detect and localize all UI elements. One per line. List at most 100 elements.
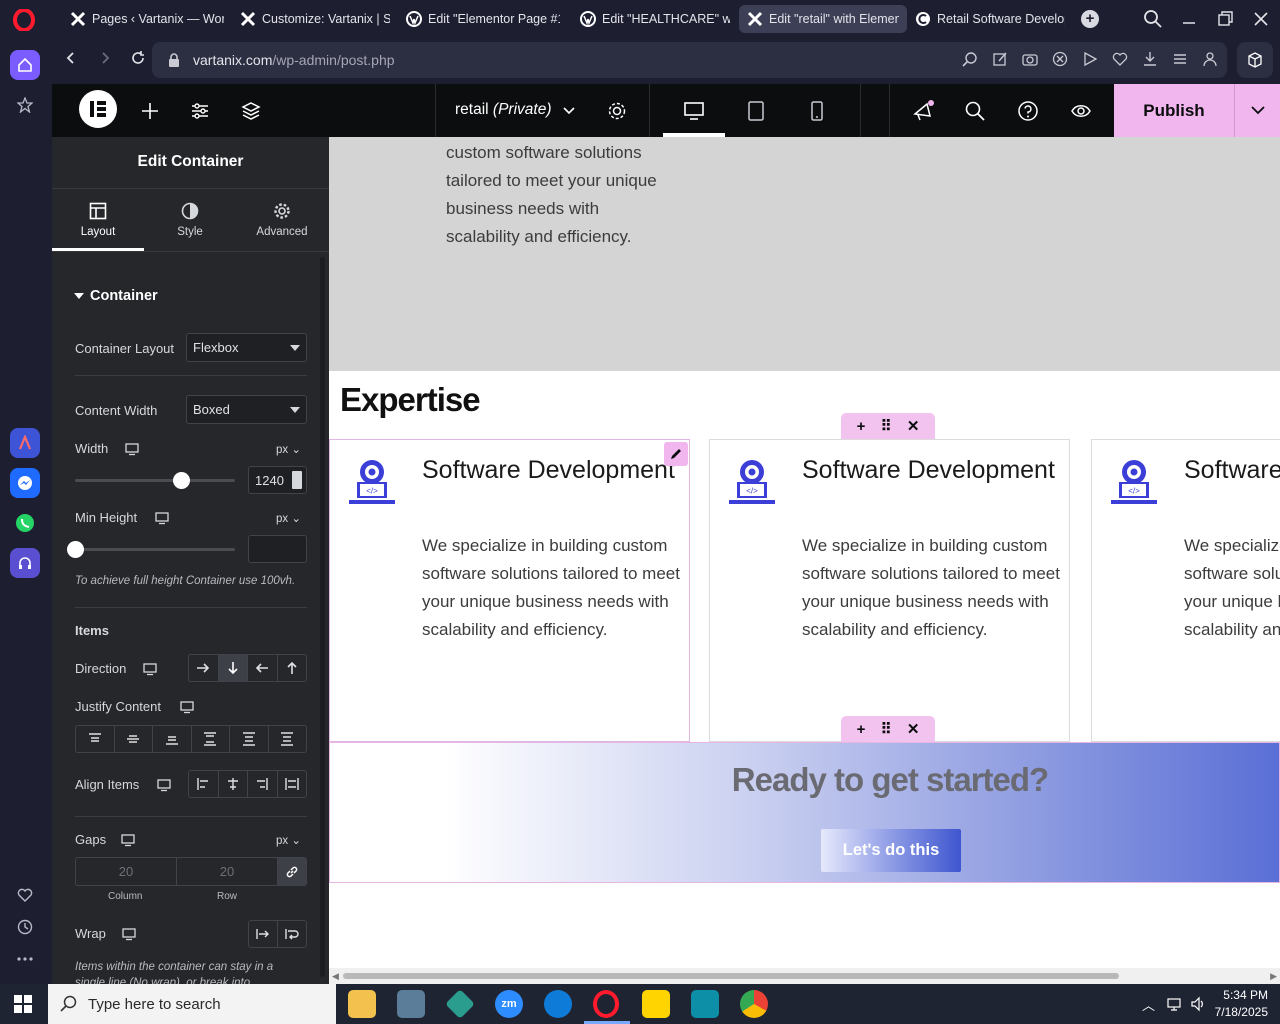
tab-style[interactable]: Style (144, 189, 236, 251)
minimize-icon[interactable] (1178, 8, 1200, 30)
close-window-icon[interactable] (1250, 8, 1272, 30)
help-icon[interactable] (1017, 100, 1039, 122)
browser-tab-active[interactable]: Edit "retail" with Elementor (739, 5, 907, 33)
more-sidebar-button[interactable] (10, 944, 40, 974)
back-icon[interactable] (64, 51, 78, 65)
canvas-horizontal-scrollbar[interactable]: ◀ ▶ (329, 968, 1280, 984)
direction-column-reverse-button[interactable] (278, 655, 307, 681)
opera-app-icon[interactable] (593, 990, 619, 1018)
new-tab-button[interactable]: + (1081, 10, 1099, 28)
mobile-view-icon[interactable] (806, 100, 828, 122)
scroll-thumb[interactable] (343, 973, 1119, 979)
extensions-button[interactable] (1237, 42, 1273, 78)
sticky-notes-icon[interactable] (642, 990, 670, 1018)
align-stretch-button[interactable] (278, 771, 307, 797)
volume-icon[interactable] (1190, 996, 1206, 1012)
easy-setup-icon[interactable] (1172, 51, 1188, 67)
add-container-icon[interactable]: + (857, 721, 866, 738)
aria-button[interactable] (10, 428, 40, 458)
content-width-select[interactable]: Boxed (186, 395, 307, 424)
browser-tab[interactable]: Edit "Elementor Page #10" (398, 5, 568, 33)
align-end-button[interactable] (248, 771, 278, 797)
browser-tab[interactable]: Retail Software Development (907, 5, 1073, 33)
wrap-button[interactable] (278, 921, 306, 947)
justify-space-around-button[interactable] (230, 726, 269, 752)
camera-icon[interactable] (1022, 51, 1038, 67)
scroll-left-icon[interactable]: ◀ (332, 971, 339, 982)
preview-eye-icon[interactable] (1070, 100, 1092, 122)
player-icon[interactable] (1082, 51, 1098, 67)
page-settings-gear-icon[interactable] (606, 100, 628, 122)
forward-icon[interactable] (98, 51, 112, 65)
windows-start-icon[interactable] (14, 995, 32, 1013)
adblock-icon[interactable] (1052, 51, 1068, 67)
spinner-icon[interactable] (292, 471, 302, 489)
heart-icon[interactable] (1112, 51, 1128, 67)
drag-handle-icon[interactable]: ⠿ (881, 720, 892, 738)
link-gaps-button[interactable] (278, 858, 306, 885)
cta-button[interactable]: Let's do this (821, 829, 961, 872)
desktop-icon[interactable] (143, 662, 157, 676)
speed-dial-button[interactable] (10, 90, 40, 120)
panel-scrollbar[interactable] (320, 257, 325, 977)
favorites-button[interactable] (10, 880, 40, 910)
scroll-right-icon[interactable]: ▶ (1270, 971, 1277, 982)
container-layout-select[interactable]: Flexbox (186, 333, 307, 362)
search-tabs-icon[interactable] (1142, 8, 1164, 30)
intro-section[interactable]: custom software solutions tailored to me… (329, 137, 1280, 371)
chevron-up-icon[interactable]: ︿ (1142, 995, 1155, 1014)
justify-center-button[interactable] (115, 726, 153, 752)
width-input[interactable]: 1240 (248, 466, 307, 494)
justify-end-button[interactable] (153, 726, 192, 752)
delete-container-icon[interactable]: ✕ (907, 417, 920, 435)
whatsapp-button[interactable] (10, 508, 40, 538)
edit-icon[interactable] (992, 51, 1008, 67)
zoom-icon[interactable] (962, 51, 978, 67)
gap-column-input[interactable]: 20 (76, 858, 177, 885)
width-slider[interactable] (75, 472, 235, 489)
app-s-icon[interactable] (691, 990, 719, 1018)
desktop-icon[interactable] (157, 778, 171, 792)
page-title-dropdown[interactable]: retail (Private) (455, 101, 552, 119)
zoom-app-icon[interactable]: zm (495, 990, 523, 1018)
download-icon[interactable] (1142, 51, 1158, 67)
justify-space-evenly-button[interactable] (269, 726, 307, 752)
desktop-icon[interactable] (122, 927, 136, 941)
desktop-view-icon[interactable] (683, 100, 705, 122)
browser-tab[interactable]: Customize: Vartanix | Software (232, 5, 398, 33)
elementor-logo-button[interactable] (79, 90, 117, 128)
service-card[interactable]: </> Software Development We specialize i… (709, 439, 1070, 742)
browser-tab[interactable]: Pages ‹ Vartanix — WordPress (62, 5, 232, 33)
slider-knob[interactable] (173, 472, 190, 489)
reload-icon[interactable] (131, 51, 145, 65)
messenger-button[interactable] (10, 468, 40, 498)
add-container-icon[interactable]: + (857, 418, 866, 435)
direction-row-reverse-button[interactable] (248, 655, 278, 681)
width-unit-select[interactable]: px ⌄ (276, 442, 301, 456)
service-card[interactable]: </> Software Development We specialize i… (1091, 439, 1280, 742)
align-center-button[interactable] (219, 771, 248, 797)
home-button[interactable] (10, 50, 40, 80)
slider-knob[interactable] (67, 541, 84, 558)
network-icon[interactable] (1166, 996, 1182, 1012)
direction-row-button[interactable] (189, 655, 219, 681)
edit-widget-button[interactable] (664, 442, 688, 466)
justify-space-between-button[interactable] (192, 726, 230, 752)
align-start-button[interactable] (189, 771, 219, 797)
site-settings-icon[interactable] (189, 100, 211, 122)
publish-button[interactable]: Publish (1114, 84, 1234, 137)
add-element-icon[interactable] (139, 100, 161, 122)
justify-start-button[interactable] (76, 726, 115, 752)
app-diamond-icon[interactable] (445, 989, 475, 1019)
profile-icon[interactable] (1202, 51, 1218, 67)
notifications-megaphone-icon[interactable] (912, 100, 934, 122)
music-player-button[interactable] (10, 548, 40, 578)
taskbar-search-box[interactable]: Type here to search (48, 984, 336, 1024)
structure-layers-icon[interactable] (240, 100, 262, 122)
desktop-icon[interactable] (155, 511, 169, 525)
desktop-icon[interactable] (180, 700, 194, 714)
paint-app-icon[interactable] (397, 990, 425, 1018)
taskbar-clock[interactable]: 5:34 PM 7/18/2025 (1212, 987, 1268, 1021)
browser-tab[interactable]: Edit "HEALTHCARE" with Elementor (572, 5, 738, 33)
desktop-icon[interactable] (121, 833, 135, 847)
